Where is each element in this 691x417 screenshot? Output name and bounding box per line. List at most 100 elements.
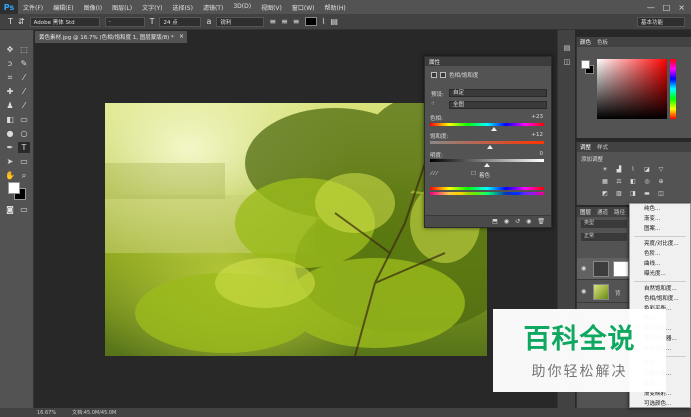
zoom-level[interactable]: 16.67% bbox=[37, 410, 56, 416]
screen-mode-icon[interactable]: ▭ bbox=[18, 204, 30, 215]
path-select-tool-icon[interactable]: ➤ bbox=[4, 156, 16, 167]
selective-color-icon[interactable]: ◫ bbox=[655, 189, 667, 198]
layer-kind-filter[interactable]: 类型 bbox=[581, 220, 627, 228]
text-tool-icon[interactable]: T bbox=[18, 142, 30, 153]
hue-slider[interactable] bbox=[430, 123, 544, 126]
text-color-swatch[interactable] bbox=[304, 17, 317, 26]
levels-icon[interactable]: ▟ bbox=[613, 165, 625, 174]
hue-strip[interactable] bbox=[670, 59, 676, 119]
exposure-icon[interactable]: ◪ bbox=[641, 165, 653, 174]
workspace-select[interactable]: 基本功能 bbox=[637, 17, 685, 27]
hand-tool-icon[interactable]: ✋ bbox=[4, 170, 16, 181]
blur-tool-icon[interactable]: ● bbox=[4, 128, 16, 139]
eyedropper-icon[interactable]: ⁄ ⁄ ⁄ bbox=[431, 171, 437, 177]
maximize-button[interactable]: □ bbox=[663, 3, 671, 12]
panel-foreground-color[interactable] bbox=[581, 60, 590, 69]
adjustment-icon[interactable] bbox=[431, 72, 437, 78]
context-menu-item[interactable]: 亮度/对比度... bbox=[630, 239, 690, 249]
tab-color[interactable]: 颜色 bbox=[580, 38, 591, 46]
clip-to-layer-icon[interactable]: ⬒ bbox=[492, 218, 498, 225]
context-menu-item[interactable]: 色阶... bbox=[630, 249, 690, 259]
minimize-button[interactable]: — bbox=[647, 3, 655, 12]
menu-item-3[interactable]: 图层(L) bbox=[107, 3, 137, 12]
threshold-icon[interactable]: ◨ bbox=[627, 189, 639, 198]
view-previous-icon[interactable]: ◉ bbox=[504, 218, 509, 225]
tab-adjustments[interactable]: 调整 bbox=[580, 143, 591, 151]
foreground-color[interactable] bbox=[8, 182, 20, 194]
context-menu-item[interactable]: 可选颜色... bbox=[630, 399, 690, 409]
warp-text-icon[interactable]: ⌇ bbox=[322, 17, 326, 26]
saturation-value[interactable]: +12 bbox=[531, 132, 543, 138]
gradient-tool-icon[interactable]: ▭ bbox=[18, 114, 30, 125]
menu-item-9[interactable]: 窗口(W) bbox=[287, 3, 320, 12]
hue-slider-thumb[interactable] bbox=[490, 127, 497, 131]
photo-filter-icon[interactable]: ◎ bbox=[641, 177, 653, 186]
close-document-button[interactable]: × bbox=[179, 33, 184, 40]
move-tool-icon[interactable]: ✥ bbox=[4, 44, 16, 55]
context-menu-item[interactable]: 自然饱和度... bbox=[630, 284, 690, 294]
brightness-icon[interactable]: ☀ bbox=[599, 165, 611, 174]
black-white-icon[interactable]: ◧ bbox=[627, 177, 639, 186]
preset-select[interactable]: 自定 bbox=[449, 89, 547, 97]
menu-item-5[interactable]: 选择(S) bbox=[167, 3, 198, 12]
brush-tool-icon[interactable]: ⁄ bbox=[18, 86, 30, 97]
quick-mask-icon[interactable]: ◙ bbox=[4, 204, 16, 215]
font-family-select[interactable]: Adobe 黑体 Std bbox=[29, 16, 100, 27]
context-menu-item[interactable]: 渐变... bbox=[630, 214, 690, 224]
channel-mixer-icon[interactable]: ⊕ bbox=[655, 177, 667, 186]
dodge-tool-icon[interactable]: ○ bbox=[18, 128, 30, 139]
tab-layers[interactable]: 图层 bbox=[580, 208, 591, 216]
text-orientation-icon[interactable]: ⇵ bbox=[18, 17, 25, 26]
gradient-map-icon[interactable]: ▬ bbox=[641, 189, 653, 198]
anti-alias-select[interactable]: 锐利 bbox=[216, 16, 265, 27]
curves-icon[interactable]: ⌇ bbox=[627, 165, 639, 174]
document-tab[interactable]: 黄色素材.jpg @ 16.7% (色相/饱和度 1, 图层蒙版/8) * × bbox=[35, 31, 187, 43]
font-style-select[interactable]: - bbox=[104, 16, 145, 27]
marquee-tool-icon[interactable]: ⬚ bbox=[18, 44, 30, 55]
menu-item-0[interactable]: 文件(F) bbox=[18, 3, 48, 12]
crop-tool-icon[interactable]: ⌗ bbox=[4, 72, 16, 83]
delete-icon[interactable]: 🗑 bbox=[537, 218, 545, 225]
align-center-icon[interactable]: ≡ bbox=[281, 17, 288, 26]
tab-styles[interactable]: 样式 bbox=[597, 143, 608, 151]
menu-item-7[interactable]: 3D(D) bbox=[228, 3, 256, 12]
type-tool-icon[interactable]: T bbox=[8, 17, 13, 26]
tab-swatches[interactable]: 色板 bbox=[597, 38, 608, 46]
colorize-checkbox[interactable]: ☐ bbox=[471, 171, 476, 177]
context-menu-item[interactable]: 曝光度... bbox=[630, 269, 690, 279]
color-picker-field[interactable] bbox=[597, 59, 667, 119]
align-right-icon[interactable]: ≡ bbox=[293, 17, 300, 26]
context-menu-item[interactable]: 色相/饱和度... bbox=[630, 294, 690, 304]
pen-tool-icon[interactable]: ✒ bbox=[4, 142, 16, 153]
lightness-slider[interactable] bbox=[430, 159, 544, 162]
menu-item-1[interactable]: 编辑(E) bbox=[48, 3, 78, 12]
hue-saturation-icon[interactable]: ▦ bbox=[599, 177, 611, 186]
menu-item-6[interactable]: 滤镜(T) bbox=[198, 3, 228, 12]
eyedropper-tool-icon[interactable]: ⁄ bbox=[18, 72, 30, 83]
lightness-slider-thumb[interactable] bbox=[484, 163, 490, 167]
eye-icon[interactable]: ◉ bbox=[581, 265, 586, 272]
saturation-slider[interactable] bbox=[430, 141, 544, 144]
zoom-tool-icon[interactable]: ⌕ bbox=[18, 170, 30, 181]
menu-item-4[interactable]: 文字(Y) bbox=[137, 3, 167, 12]
tab-channels[interactable]: 通道 bbox=[597, 208, 608, 216]
lightness-value[interactable]: 0 bbox=[540, 151, 544, 157]
posterize-icon[interactable]: ▨ bbox=[613, 189, 625, 198]
color-balance-icon[interactable]: ⚖ bbox=[613, 177, 625, 186]
visibility-icon[interactable]: ◉ bbox=[526, 218, 531, 225]
channel-select[interactable]: 全图 bbox=[449, 101, 547, 109]
history-icon[interactable]: ▤ bbox=[561, 44, 573, 54]
history-brush-tool-icon[interactable]: ⁄ bbox=[18, 100, 30, 111]
eye-icon[interactable]: ◉ bbox=[581, 288, 586, 295]
context-menu-item[interactable]: 曲线... bbox=[630, 259, 690, 269]
mask-icon[interactable] bbox=[440, 72, 446, 78]
menu-item-8[interactable]: 视图(V) bbox=[256, 3, 287, 12]
menu-item-2[interactable]: 图像(I) bbox=[79, 3, 107, 12]
close-window-button[interactable]: × bbox=[678, 3, 685, 12]
tab-paths[interactable]: 路径 bbox=[614, 208, 625, 216]
eraser-tool-icon[interactable]: ◧ bbox=[4, 114, 16, 125]
reset-icon[interactable]: ↺ bbox=[515, 218, 520, 225]
font-size-select[interactable]: 24 点 bbox=[159, 16, 202, 27]
context-menu-item[interactable]: 图案... bbox=[630, 224, 690, 234]
lasso-tool-icon[interactable]: ↄ bbox=[4, 58, 16, 69]
